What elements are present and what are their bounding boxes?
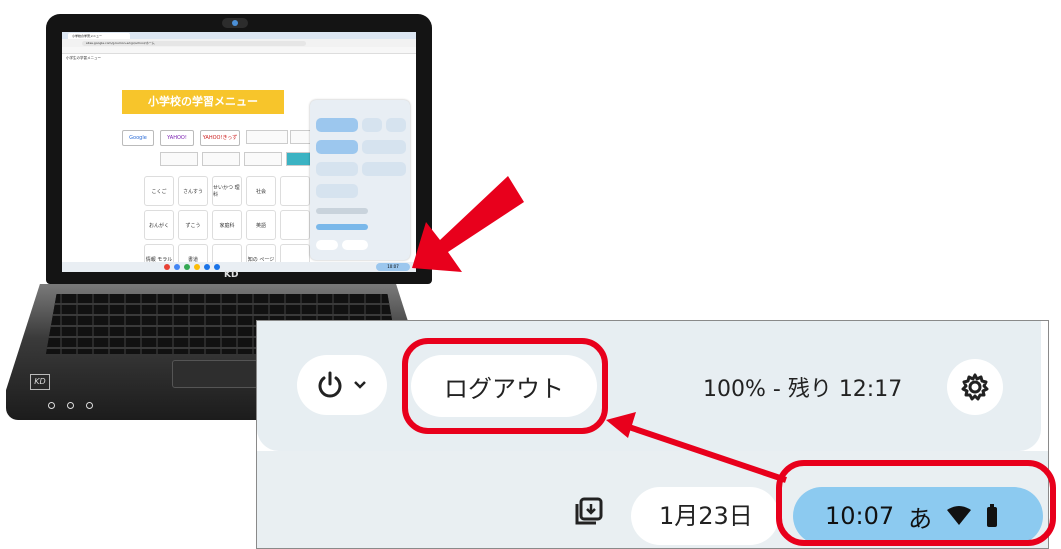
mini-app-icon[interactable]: [174, 264, 180, 270]
mini-wifi-tile[interactable]: [316, 118, 358, 132]
power-icon: [318, 371, 342, 398]
mini-address-bar: sites.google.com/g.kumon-ed.jp/school/ホー…: [62, 39, 416, 47]
mini-bluetooth-tile[interactable]: [316, 140, 358, 154]
mini-banner-title: 小学校の学習メニュー: [122, 90, 284, 114]
power-menu-button[interactable]: [297, 355, 387, 415]
mini-app-icon[interactable]: [214, 264, 220, 270]
quick-settings-panel: ログアウト 100% - 残り 12:17: [257, 321, 1041, 451]
chevron-down-icon: [354, 381, 366, 389]
mini-bookmarks-bar: [62, 47, 416, 54]
mini-subject-button[interactable]: 家庭科: [212, 210, 242, 240]
mini-tile[interactable]: [362, 118, 382, 132]
mini-tile[interactable]: [362, 140, 406, 154]
mini-subject-grid: こくご さんすう せいかつ 理科 社会 おんがく ずこう 家庭科 英語 情報 モ…: [144, 176, 314, 272]
mini-tile[interactable]: [316, 162, 358, 176]
mini-url-field[interactable]: sites.google.com/g.kumon-ed.jp/school/ホー…: [82, 40, 306, 46]
mini-subject-button[interactable]: [280, 176, 310, 206]
mini-subject-button[interactable]: 社会: [246, 176, 276, 206]
mini-subject-button[interactable]: [280, 210, 310, 240]
mini-link[interactable]: [244, 152, 282, 166]
battery-status-label: 100% - 残り 12:17: [703, 377, 903, 402]
mini-subject-button[interactable]: おんがく: [144, 210, 174, 240]
mini-subject-button[interactable]: せいかつ 理科: [212, 176, 242, 206]
mini-subject-button[interactable]: こくご: [144, 176, 174, 206]
mini-search-link[interactable]: YAHOO!きっず: [200, 130, 240, 146]
mini-app-icon[interactable]: [194, 264, 200, 270]
mini-tab-bar: 小学校の学習メニュー: [62, 32, 416, 39]
mini-tab[interactable]: 小学校の学習メニュー: [68, 33, 130, 39]
mini-subject-button[interactable]: 英語: [246, 210, 276, 240]
brand-logo: KD: [224, 270, 239, 280]
mini-quick-settings-panel: [310, 100, 410, 260]
mini-link[interactable]: [202, 152, 240, 166]
mini-status-area[interactable]: 10:07: [376, 263, 410, 271]
date-tray-button[interactable]: 1月23日: [631, 487, 779, 545]
mini-tile[interactable]: [386, 118, 406, 132]
mini-power-button[interactable]: [316, 240, 338, 250]
mini-site-name: 小学生の学習メニュー: [66, 56, 101, 60]
mini-app-icon[interactable]: [204, 264, 210, 270]
holding-space-icon[interactable]: [573, 495, 605, 527]
webcam: [222, 18, 248, 28]
mini-link[interactable]: [160, 152, 198, 166]
brand-badge: KD: [30, 374, 50, 390]
mini-shelf: 10:07: [62, 262, 416, 272]
mini-link[interactable]: [246, 130, 288, 144]
mini-brightness-slider[interactable]: [316, 224, 368, 230]
logout-highlight-ring: [402, 338, 608, 434]
touchpad: [172, 360, 258, 388]
status-leds: [48, 402, 93, 409]
mini-logout-button[interactable]: [342, 240, 368, 250]
mini-search-link[interactable]: YAHOO!: [160, 130, 194, 146]
mini-subject-button[interactable]: ずこう: [178, 210, 208, 240]
mini-app-icon[interactable]: [164, 264, 170, 270]
mini-tile[interactable]: [316, 184, 358, 198]
mini-tile[interactable]: [362, 162, 406, 176]
gear-icon: [961, 373, 989, 401]
laptop-screen: 小学校の学習メニュー sites.google.com/g.kumon-ed.j…: [62, 32, 416, 272]
status-tray-highlight-ring: [776, 460, 1056, 546]
mini-search-link[interactable]: Google: [122, 130, 154, 146]
settings-button[interactable]: [947, 359, 1003, 415]
mini-app-icon[interactable]: [184, 264, 190, 270]
mini-volume-slider[interactable]: [316, 208, 368, 214]
mini-subject-button[interactable]: さんすう: [178, 176, 208, 206]
